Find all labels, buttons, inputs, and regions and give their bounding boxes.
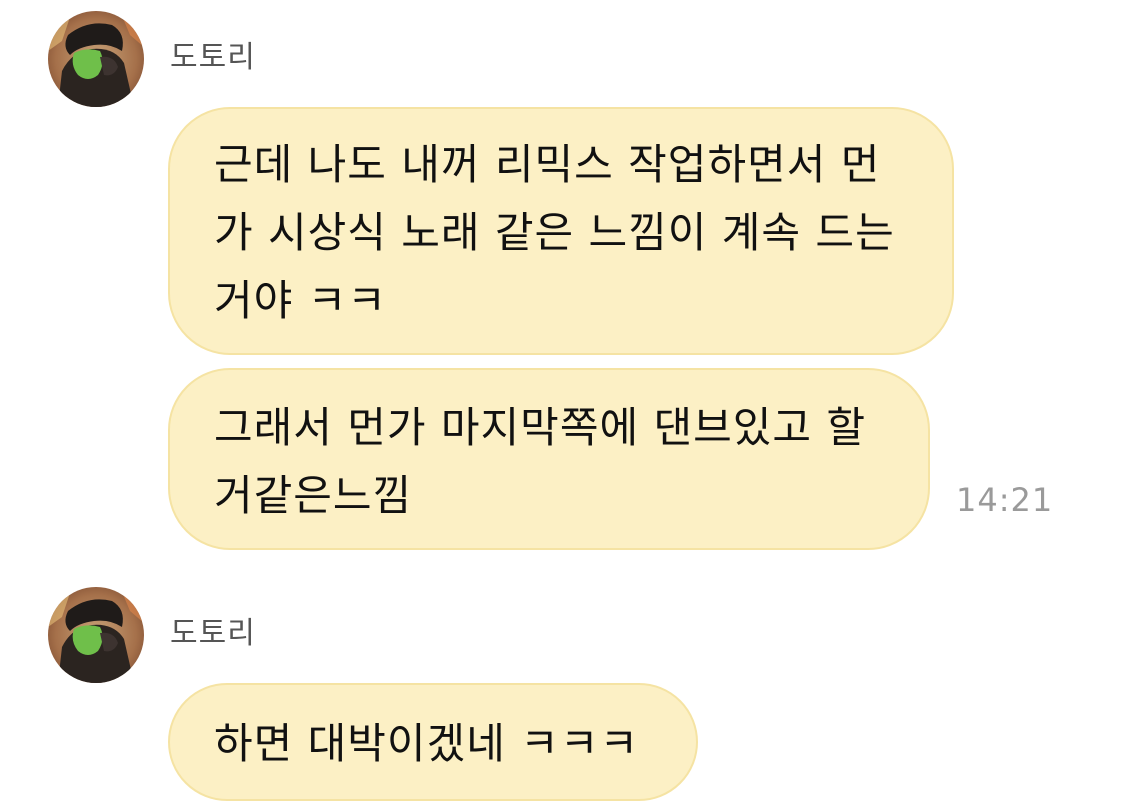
message-line: 거야 ㅋㅋ [214, 276, 387, 325]
message-line: 근데 나도 내꺼 리믹스 작업하면서 먼 [214, 140, 881, 189]
message-line: 하면 대박이겠네 ㅋㅋㅋ [214, 719, 640, 768]
sender-name: 도토리 [170, 40, 256, 75]
profile-photo-icon [48, 11, 144, 107]
avatar[interactable] [48, 11, 144, 107]
sender-name: 도토리 [170, 616, 256, 651]
message-line: 그래서 먼가 마지막쪽에 댄브있고 할 [214, 403, 867, 452]
message-bubble[interactable]: 그래서 먼가 마지막쪽에 댄브있고 할 거같은느낌 [168, 368, 930, 550]
message-line: 가 시상식 노래 같은 느낌이 계속 드는 [214, 208, 895, 257]
avatar[interactable] [48, 587, 144, 683]
message-timestamp: 14:21 [956, 481, 1054, 519]
message-bubble[interactable]: 근데 나도 내꺼 리믹스 작업하면서 먼 가 시상식 노래 같은 느낌이 계속 … [168, 107, 954, 355]
message-bubble[interactable]: 하면 대박이겠네 ㅋㅋㅋ [168, 683, 698, 801]
profile-photo-icon [48, 587, 144, 683]
message-line: 거같은느낌 [214, 471, 413, 520]
